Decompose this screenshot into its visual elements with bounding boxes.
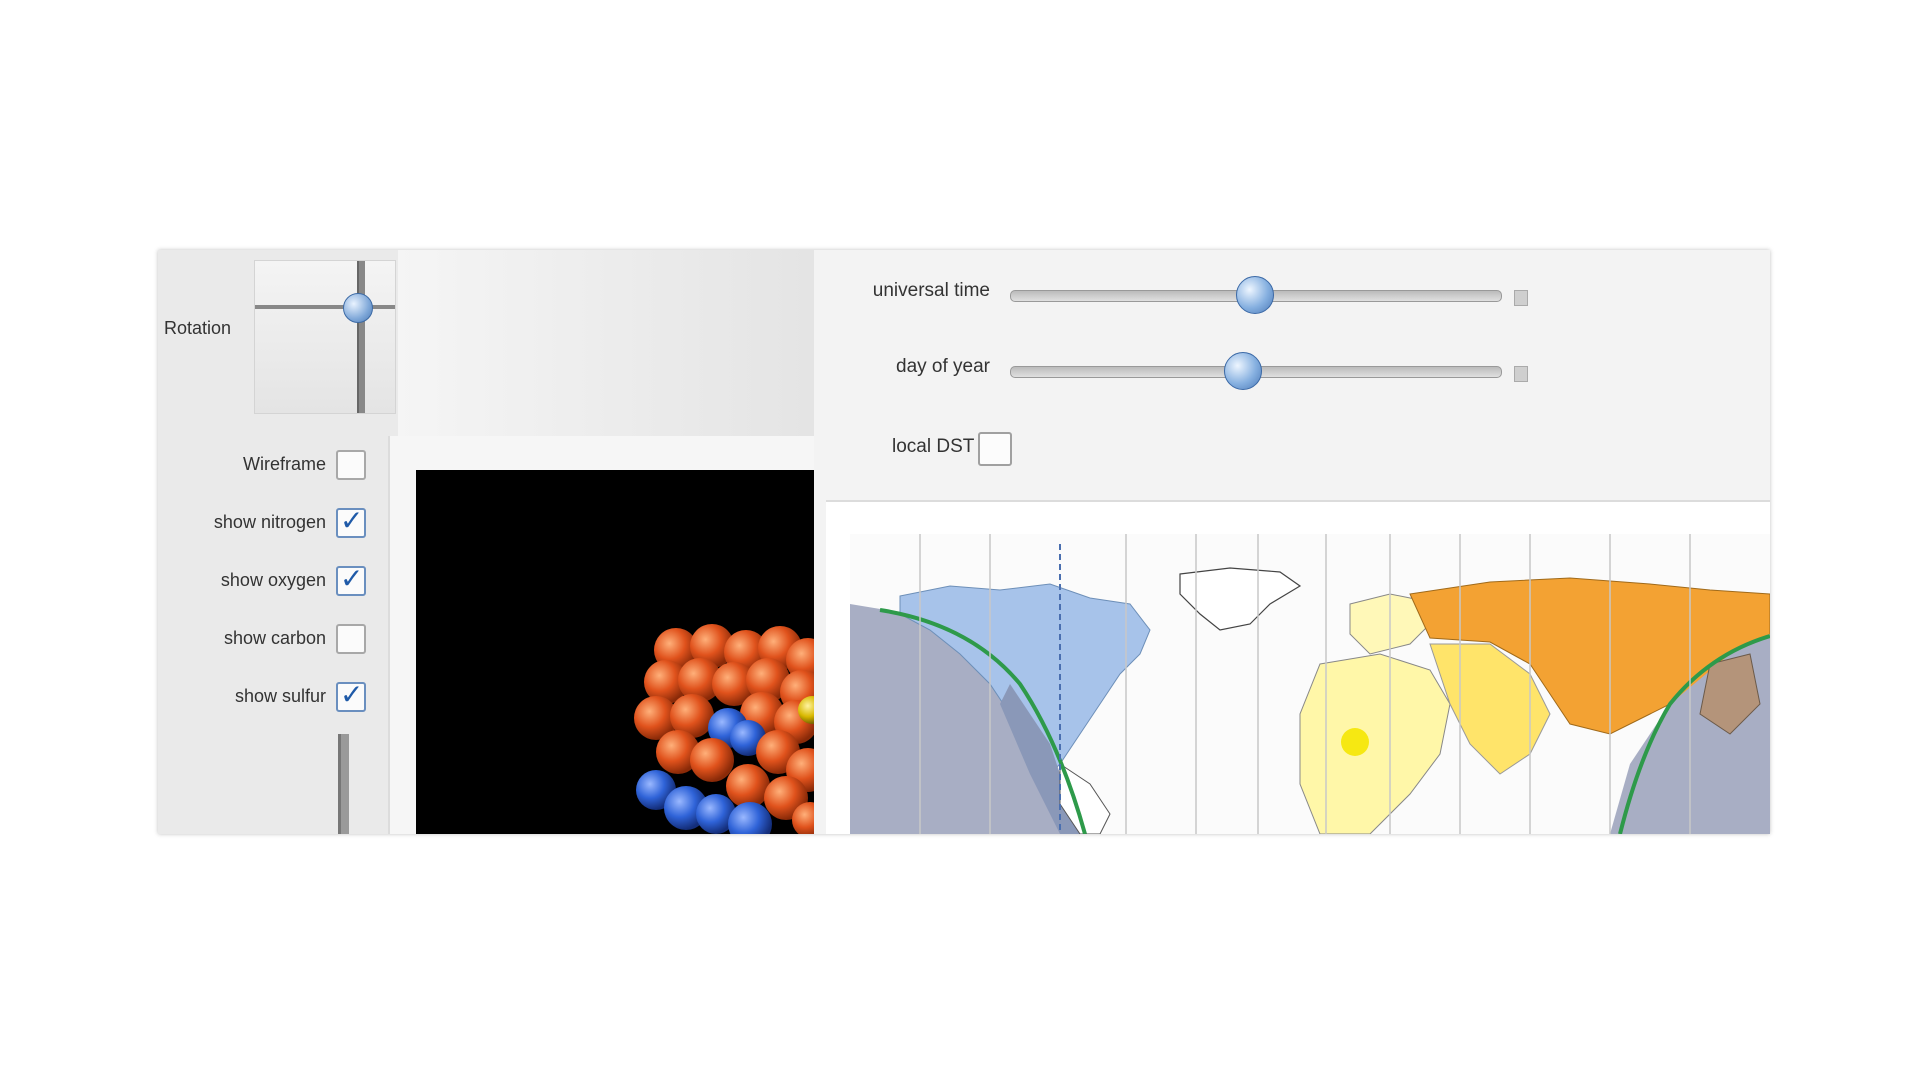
day-of-year-row: day of year	[814, 346, 1770, 396]
world-daylight-map[interactable]	[850, 534, 1770, 834]
molecule-render	[634, 624, 814, 834]
local-dst-label: local DST	[892, 436, 975, 457]
day-of-year-end	[1514, 366, 1528, 382]
option-oxygen[interactable]: show oxygen ✓	[158, 562, 368, 602]
carbon-checkbox[interactable]	[336, 624, 366, 654]
nitrogen-checkbox[interactable]: ✓	[336, 505, 366, 538]
oxygen-checkbox[interactable]: ✓	[336, 563, 366, 596]
check-icon: ✓	[340, 505, 364, 536]
map-graphic	[850, 534, 1770, 834]
zoom-slider[interactable]	[338, 734, 349, 834]
universal-time-label: universal time	[872, 280, 990, 301]
option-nitrogen[interactable]: show nitrogen ✓	[158, 504, 368, 544]
panel-background	[398, 250, 814, 440]
rotation-2d-slider[interactable]	[254, 260, 396, 414]
rotation-h-track	[255, 305, 395, 309]
option-wireframe[interactable]: Wireframe	[158, 446, 368, 486]
option-carbon[interactable]: show carbon	[158, 620, 368, 660]
local-dst-checkbox[interactable]	[978, 432, 1012, 466]
universal-time-row: universal time	[814, 270, 1770, 320]
rotation-handle[interactable]	[343, 293, 373, 323]
day-of-year-thumb[interactable]	[1224, 352, 1262, 390]
molecule-atoms	[634, 624, 814, 834]
molecule-panel: Rotation Wireframe show nitrogen ✓ show …	[158, 250, 816, 834]
rotation-v-track	[357, 261, 365, 413]
option-label: show nitrogen	[213, 512, 326, 532]
day-of-year-label: day of year	[896, 356, 990, 377]
daylight-map-panel: universal time day of year local DST	[814, 250, 1770, 834]
check-icon: ✓	[340, 679, 364, 710]
option-label: Wireframe	[242, 454, 326, 474]
option-sulfur[interactable]: show sulfur ✓	[158, 678, 368, 718]
check-icon: ✓	[340, 563, 364, 594]
app-window: Rotation Wireframe show nitrogen ✓ show …	[158, 250, 1770, 834]
option-label: show oxygen	[220, 570, 326, 590]
sulfur-checkbox[interactable]: ✓	[336, 679, 366, 712]
universal-time-thumb[interactable]	[1236, 276, 1274, 314]
option-label: show carbon	[223, 628, 326, 648]
molecule-3d-viewport[interactable]	[416, 470, 814, 834]
wireframe-checkbox[interactable]	[336, 450, 366, 480]
option-label: show sulfur	[234, 686, 326, 706]
sun-position	[1341, 728, 1369, 756]
rotation-label: Rotation	[164, 318, 232, 338]
universal-time-end	[1514, 290, 1528, 306]
